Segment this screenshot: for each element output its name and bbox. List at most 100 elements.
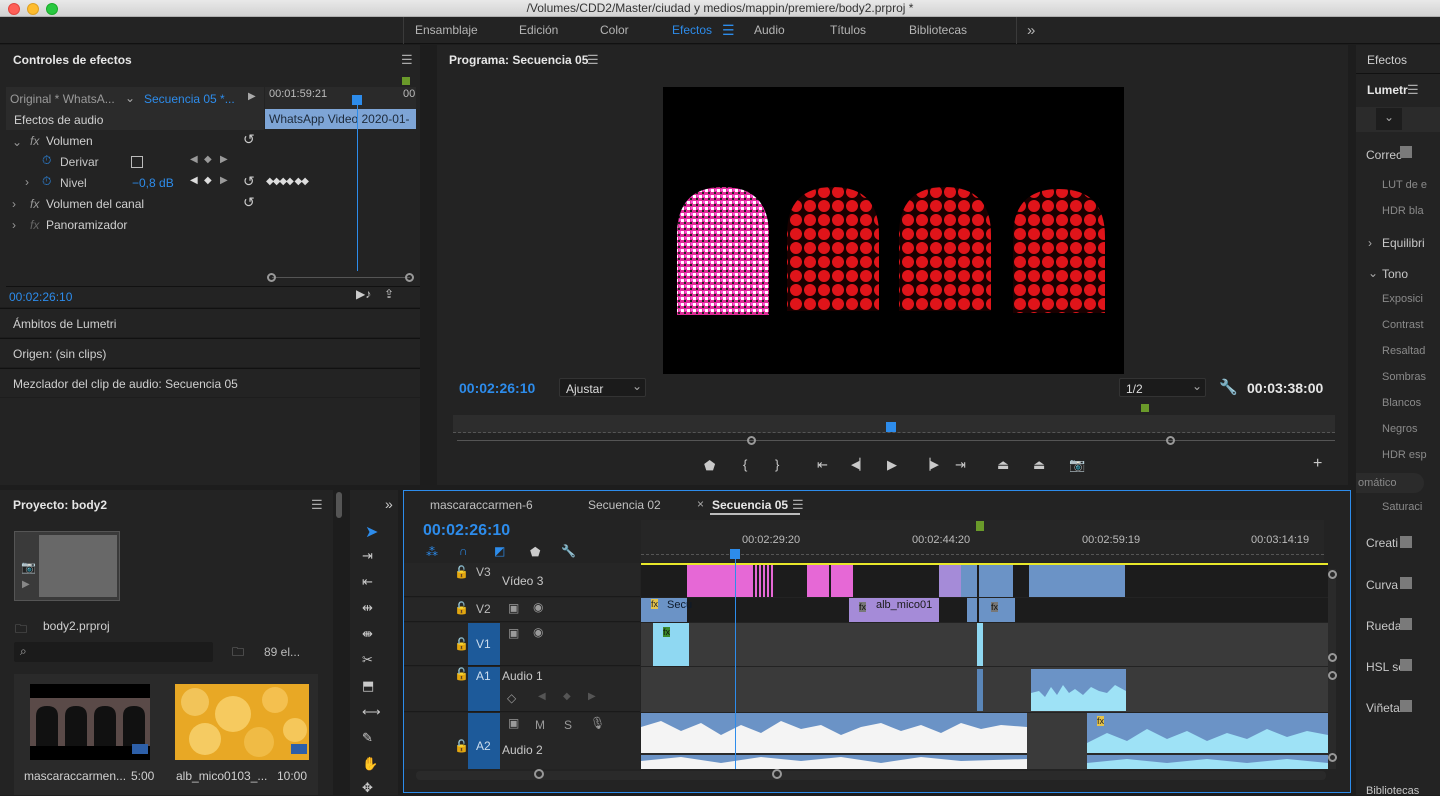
more-workspaces-icon[interactable]: »: [1027, 17, 1035, 44]
scroll-handle[interactable]: [1328, 671, 1337, 680]
pen-icon[interactable]: ✎: [362, 730, 373, 746]
panel-menu-icon[interactable]: ☰: [1407, 82, 1419, 98]
workspace-color[interactable]: Color: [600, 17, 629, 44]
section-checkbox[interactable]: [1400, 577, 1412, 589]
next-keyframe-icon[interactable]: ▶: [588, 691, 596, 702]
program-playhead[interactable]: [886, 422, 896, 432]
hand-icon[interactable]: ✋: [362, 756, 378, 772]
scroll-handle[interactable]: [1328, 653, 1337, 662]
go-to-in-icon[interactable]: ⇤: [817, 457, 828, 473]
export-icon[interactable]: ⇪: [384, 287, 394, 301]
expand-chevron-icon[interactable]: ›: [25, 175, 29, 189]
clip-pink[interactable]: [807, 565, 829, 597]
linked-selection-icon[interactable]: ◩: [494, 544, 505, 558]
section-checkbox[interactable]: [1400, 700, 1412, 712]
lumetri-item-balance[interactable]: Equilibri: [1382, 236, 1425, 250]
clip-purple[interactable]: fx alb_mico01: [849, 598, 939, 622]
clip-blue[interactable]: [961, 565, 977, 597]
sync-lock-icon[interactable]: ▣: [508, 626, 519, 640]
source-clip-tab[interactable]: Original * WhatsA...: [10, 92, 115, 106]
clip-pink[interactable]: [687, 565, 751, 597]
audio-clip[interactable]: [1031, 669, 1126, 711]
clip-cyan[interactable]: [977, 623, 983, 666]
project-search-input[interactable]: ⌕: [14, 642, 213, 662]
panel-menu-icon[interactable]: ☰: [311, 497, 323, 513]
scroll-handle-left[interactable]: [267, 273, 276, 282]
lane-v1[interactable]: fx: [641, 623, 1328, 666]
fx-badge-icon[interactable]: fx: [30, 197, 39, 211]
lock-icon[interactable]: 🔓: [454, 739, 469, 753]
reset-icon[interactable]: ↺: [243, 173, 255, 190]
workspace-bibliotecas[interactable]: Bibliotecas: [909, 17, 967, 44]
panel-menu-icon[interactable]: ☰: [792, 497, 804, 513]
slide-icon[interactable]: ⟷: [362, 704, 381, 720]
prev-keyframe-icon[interactable]: ◀: [190, 154, 198, 165]
fx-badge-icon[interactable]: fx: [30, 134, 39, 148]
expand-chevron-icon[interactable]: ⌄: [1368, 266, 1378, 280]
program-video-frame[interactable]: [663, 87, 1124, 374]
next-keyframe-icon[interactable]: ▶: [220, 175, 228, 186]
close-window-button[interactable]: [8, 3, 20, 15]
workspace-menu-icon[interactable]: ☰: [722, 17, 735, 44]
resolution-dropdown[interactable]: 1/2 ⌄: [1119, 378, 1206, 397]
clip-blue[interactable]: fx Secu: [641, 598, 692, 622]
button-editor-plus-icon[interactable]: +: [1313, 455, 1322, 473]
lumetri-tab[interactable]: Lumetr: [1367, 83, 1408, 97]
section-checkbox[interactable]: [1400, 146, 1412, 158]
program-timecode[interactable]: 00:02:26:10: [459, 380, 535, 396]
workspace-audio[interactable]: Audio: [754, 17, 785, 44]
timeline-tab-seq05[interactable]: Secuencia 05: [712, 498, 788, 512]
zoom-handle-left[interactable]: [534, 769, 544, 779]
reset-icon[interactable]: ↺: [243, 194, 255, 211]
timeline-tab-mascara[interactable]: mascaraccarmen-6: [430, 498, 533, 512]
project-scrollbar[interactable]: [336, 492, 342, 518]
panel-menu-icon[interactable]: ☰: [587, 52, 599, 68]
project-item-thumbnail[interactable]: [175, 684, 309, 760]
zoom-handle-right[interactable]: [1166, 436, 1175, 445]
panel-menu-icon[interactable]: ☰: [401, 52, 413, 68]
keyframes-icon[interactable]: ◆◆◆◆ ◆◆: [266, 176, 309, 187]
snap-magnet-icon[interactable]: ∩: [459, 544, 468, 558]
sync-lock-icon[interactable]: ▣: [508, 601, 519, 615]
fx-badge-icon[interactable]: fx: [30, 218, 39, 232]
lane-a1[interactable]: [641, 667, 1328, 712]
prev-keyframe-icon[interactable]: ◀: [190, 175, 198, 186]
scroll-handle[interactable]: [1328, 570, 1337, 579]
mark-in-icon[interactable]: {: [743, 457, 747, 472]
audio-clip[interactable]: fx: [1087, 713, 1328, 769]
play-triangle-icon[interactable]: ▶: [248, 91, 256, 102]
clip-cyan[interactable]: fx: [653, 623, 689, 666]
clip-blue[interactable]: [1029, 565, 1125, 597]
solo-button[interactable]: S: [564, 718, 572, 732]
audio-clip-mixer-panel[interactable]: Mezclador del clip de audio: Secuencia 0…: [0, 368, 420, 397]
clip-pink[interactable]: [831, 565, 853, 597]
expand-chevron-icon[interactable]: ›: [12, 218, 16, 232]
play-audio-icon[interactable]: ▶♪: [356, 287, 371, 301]
expand-chevron-icon[interactable]: ›: [1368, 236, 1372, 250]
workspace-edicion[interactable]: Edición: [519, 17, 558, 44]
step-back-icon[interactable]: ◀▏: [851, 458, 868, 471]
type-tool-icon[interactable]: ✥: [362, 780, 373, 796]
play-triangle-icon[interactable]: ▶: [22, 579, 30, 590]
minimize-window-button[interactable]: [27, 3, 39, 15]
ec-current-time[interactable]: 00:02:26:10: [9, 290, 72, 304]
add-keyframe-icon[interactable]: ◆: [204, 154, 212, 165]
zoom-handle-right[interactable]: [772, 769, 782, 779]
workspace-ensamblaje[interactable]: Ensamblaje: [415, 17, 478, 44]
lane-a2[interactable]: fx: [641, 713, 1328, 769]
ripple-edit-icon[interactable]: ⇤: [362, 574, 373, 590]
timeline-settings-wrench-icon[interactable]: 🔧: [561, 544, 576, 558]
expand-chevron-icon[interactable]: ⌄: [12, 135, 22, 149]
fit-dropdown[interactable]: Ajustar ⌄: [559, 378, 646, 397]
section-checkbox[interactable]: [1400, 618, 1412, 630]
lane-v3[interactable]: [641, 563, 1328, 597]
new-bin-icon[interactable]: 🗀: [232, 643, 244, 664]
level-value[interactable]: −0,8 dB: [132, 176, 174, 190]
audio-clip[interactable]: [641, 713, 1027, 769]
section-checkbox[interactable]: [1400, 536, 1412, 548]
wrench-icon[interactable]: 🔧: [1219, 378, 1238, 396]
stopwatch-icon[interactable]: ⏱: [42, 174, 51, 189]
prev-keyframe-icon[interactable]: ◀: [538, 691, 546, 702]
lock-icon[interactable]: 🔓: [454, 637, 469, 651]
microphone-icon[interactable]: 🎙: [590, 716, 605, 730]
